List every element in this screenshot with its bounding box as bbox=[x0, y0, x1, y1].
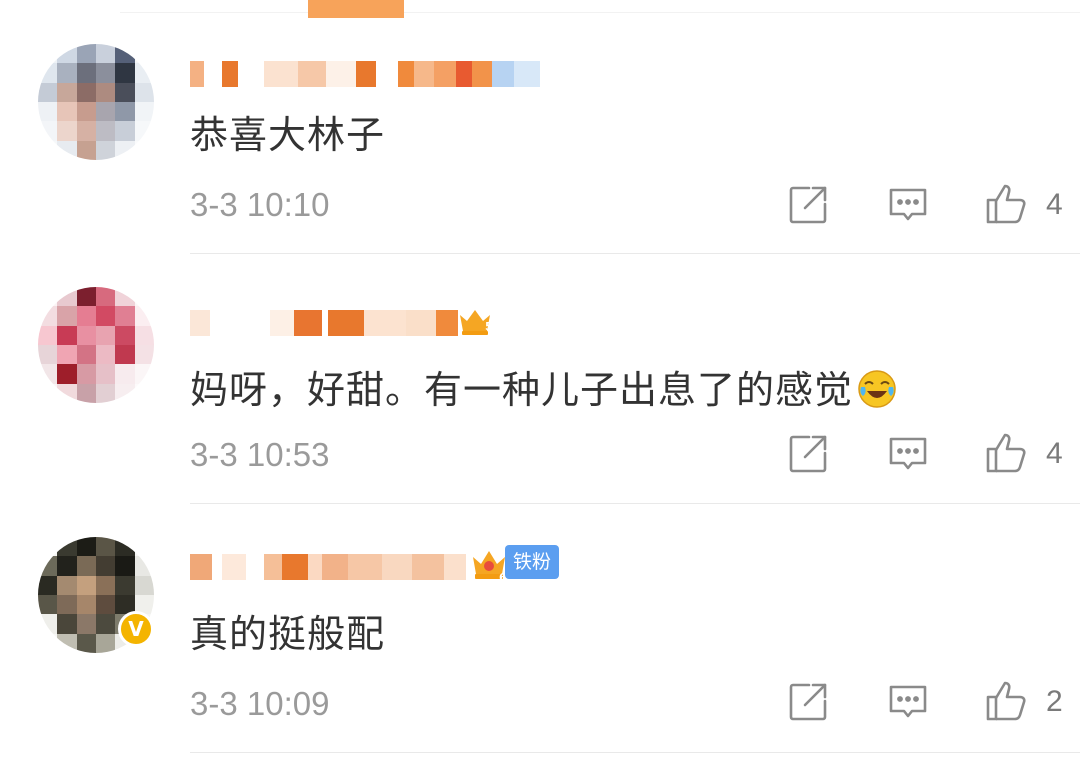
comment-time: 3-3 10:53 bbox=[190, 436, 330, 473]
avatar[interactable] bbox=[38, 287, 154, 403]
comment-icon[interactable] bbox=[885, 679, 931, 725]
like-count: 4 bbox=[1046, 188, 1063, 221]
crown-level-5-icon: 5 bbox=[458, 307, 493, 337]
comment-icon[interactable] bbox=[885, 431, 931, 477]
thumbs-up-icon[interactable] bbox=[984, 677, 1030, 723]
comment-text: 真的挺般配 bbox=[190, 612, 386, 656]
comment-text-content: 妈呀，好甜。有一种儿子出息了的感觉 bbox=[190, 368, 854, 412]
thumbs-up-icon[interactable] bbox=[984, 180, 1030, 226]
thumbs-up-icon[interactable] bbox=[984, 429, 1030, 475]
comment-divider bbox=[190, 752, 1080, 753]
comment-item: 恭喜大林子 3-3 10:10 4 bbox=[0, 0, 1080, 250]
laugh-cry-emoji-icon bbox=[857, 369, 897, 409]
like-count: 4 bbox=[1046, 437, 1063, 470]
verified-v-icon: V bbox=[118, 611, 154, 647]
svg-text:5: 5 bbox=[485, 320, 492, 333]
comment-text: 恭喜大林子 bbox=[190, 113, 386, 157]
comment-item: 5 妈呀，好甜。有一种儿子出息了的感觉 3-3 10:53 4 bbox=[0, 253, 1080, 503]
share-icon[interactable] bbox=[785, 182, 831, 228]
username[interactable] bbox=[190, 551, 466, 583]
username[interactable] bbox=[190, 58, 540, 90]
comment-icon[interactable] bbox=[885, 182, 931, 228]
share-icon[interactable] bbox=[785, 431, 831, 477]
share-icon[interactable] bbox=[785, 679, 831, 725]
fan-badge: 铁粉 bbox=[505, 545, 560, 579]
comment-time: 3-3 10:10 bbox=[190, 186, 330, 223]
username[interactable] bbox=[190, 307, 458, 339]
comment-item: V 6 铁粉 真的挺般配 3-3 10:09 2 bbox=[0, 503, 1080, 753]
crown-level-6-icon: 6 bbox=[470, 547, 508, 584]
like-count: 2 bbox=[1046, 685, 1063, 718]
avatar[interactable] bbox=[38, 44, 154, 160]
comment-text: 妈呀，好甜。有一种儿子出息了的感觉 bbox=[190, 359, 897, 414]
comment-time: 3-3 10:09 bbox=[190, 685, 330, 722]
